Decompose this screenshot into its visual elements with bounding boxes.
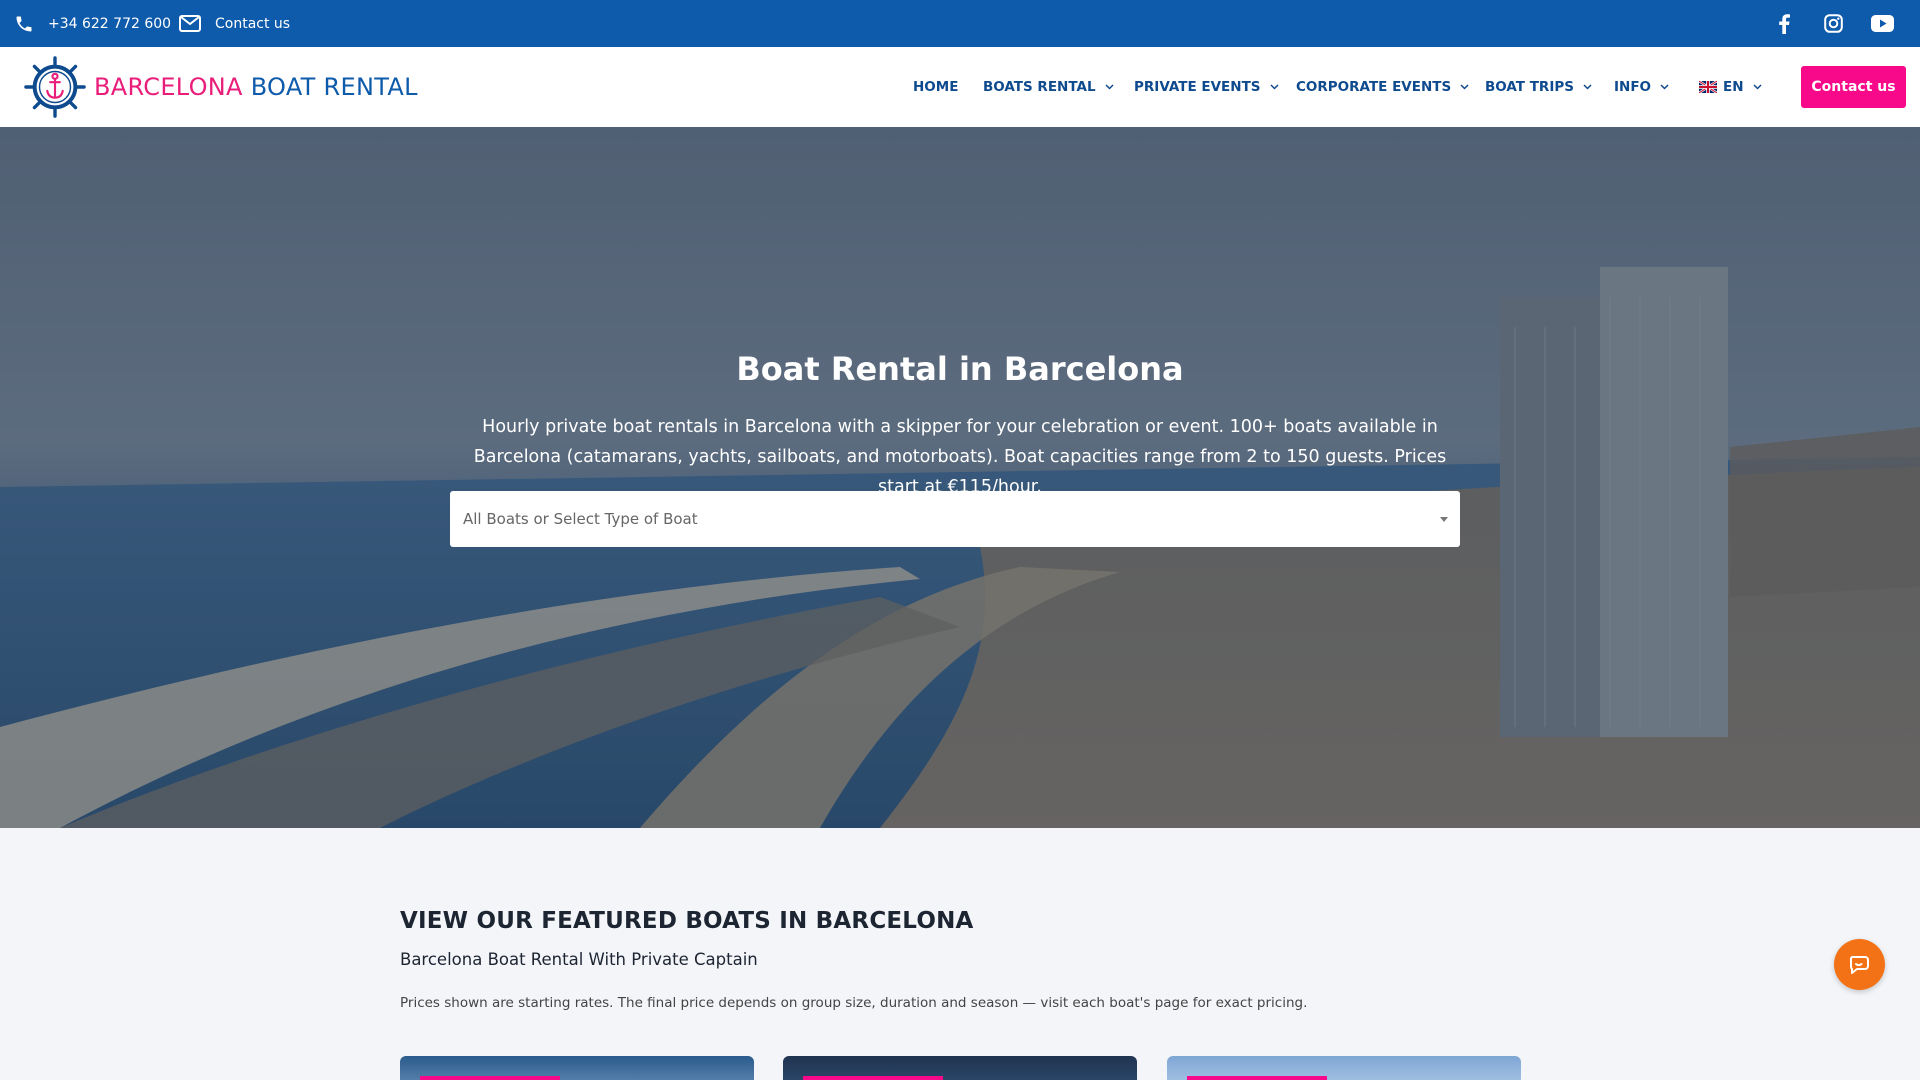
main-nav: HOME BOATS RENTAL PRIVATE EVENTS CORPORA… xyxy=(0,47,1920,127)
chat-bubble-icon xyxy=(1849,955,1869,974)
chat-button[interactable] xyxy=(1834,939,1885,990)
nav-boat-trips-label: BOAT TRIPS xyxy=(1485,79,1574,95)
boat-type-select[interactable]: All Boats or Select Type of Boat xyxy=(450,491,1460,547)
boat-card-badge xyxy=(803,1076,943,1080)
phone-icon xyxy=(16,16,32,31)
caret-down-icon xyxy=(1440,517,1448,522)
chevron-down-icon xyxy=(1660,84,1669,90)
instagram-link[interactable] xyxy=(1815,0,1851,47)
nav-boat-trips[interactable]: BOAT TRIPS xyxy=(1485,47,1592,127)
boat-card-badge xyxy=(420,1076,560,1080)
phone-number: +34 622 772 600 xyxy=(48,15,172,32)
boat-type-select-placeholder: All Boats or Select Type of Boat xyxy=(463,510,698,528)
chevron-down-icon xyxy=(1460,84,1469,90)
chevron-down-icon xyxy=(1105,84,1114,90)
youtube-icon xyxy=(1870,15,1894,32)
nav-boats-rental-label: BOATS RENTAL xyxy=(983,79,1096,95)
nav-home-label: HOME xyxy=(913,79,959,95)
nav-corporate-events[interactable]: CORPORATE EVENTS xyxy=(1296,47,1469,127)
nav-info[interactable]: INFO xyxy=(1614,47,1669,127)
nav-private-events-label: PRIVATE EVENTS xyxy=(1134,79,1261,95)
instagram-icon xyxy=(1823,14,1843,33)
boat-card[interactable] xyxy=(783,1056,1137,1080)
boat-card-badge xyxy=(1187,1076,1327,1080)
phone-link[interactable]: +34 622 772 600 xyxy=(14,0,171,47)
main-header: BARCELONA BOAT RENTAL HOME BOATS RENTAL … xyxy=(0,47,1920,127)
nav-boats-rental[interactable]: BOATS RENTAL xyxy=(983,47,1114,127)
boat-card[interactable] xyxy=(400,1056,754,1080)
hero-title: Boat Rental in Barcelona xyxy=(736,350,1184,388)
chevron-down-icon xyxy=(1269,84,1279,90)
language-label: EN xyxy=(1723,79,1744,95)
nav-home[interactable]: HOME xyxy=(913,47,958,127)
contact-link[interactable]: Contact us xyxy=(179,0,290,47)
nav-private-events[interactable]: PRIVATE EVENTS xyxy=(1134,47,1279,127)
uk-flag-icon xyxy=(1699,81,1717,93)
facebook-link[interactable] xyxy=(1766,0,1802,47)
featured-title: VIEW OUR FEATURED BOATS IN BARCELONA xyxy=(400,908,974,934)
language-switcher[interactable]: EN xyxy=(1699,47,1762,127)
envelope-icon xyxy=(179,15,201,32)
nav-info-label: INFO xyxy=(1614,79,1652,95)
chevron-down-icon xyxy=(1583,84,1592,90)
contact-label: Contact us xyxy=(215,15,291,32)
youtube-link[interactable] xyxy=(1864,0,1900,47)
boat-card[interactable] xyxy=(1167,1056,1521,1080)
nav-corporate-events-label: CORPORATE EVENTS xyxy=(1296,79,1452,95)
pricing-note: Prices shown are starting rates. The fin… xyxy=(400,995,1308,1011)
chevron-down-icon xyxy=(1753,84,1762,90)
top-bar: +34 622 772 600 Contact us xyxy=(0,0,1920,47)
hero-description: Hourly private boat rentals in Barcelona… xyxy=(473,417,1447,497)
featured-subtitle: Barcelona Boat Rental With Private Capta… xyxy=(400,950,758,969)
hero-section: Boat Rental in Barcelona Hourly private … xyxy=(0,127,1920,828)
facebook-icon xyxy=(1779,13,1790,34)
contact-us-button[interactable]: Contact us xyxy=(1801,66,1906,108)
